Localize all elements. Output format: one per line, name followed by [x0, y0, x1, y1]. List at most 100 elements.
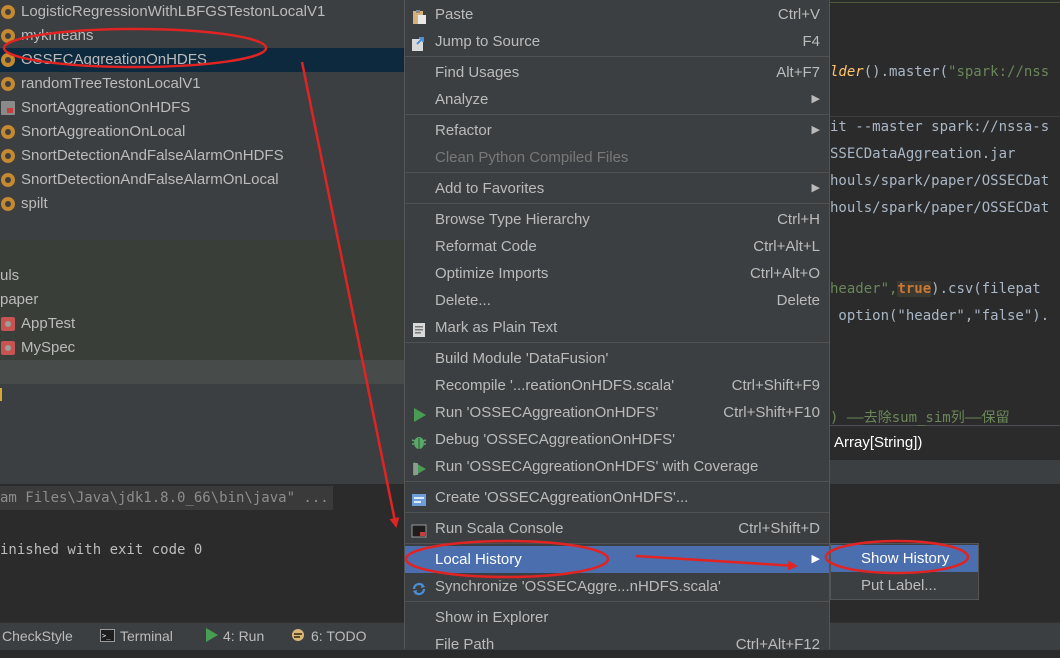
svg-text:>_: >_ — [102, 632, 111, 640]
scala-file-icon — [1, 101, 15, 115]
code-line: houls/spark/paper/OSSECDat — [830, 173, 1050, 189]
menu-item-scala-console[interactable]: Run Scala Console Ctrl+Shift+D — [405, 515, 829, 542]
submenu-arrow-icon: ▶ — [811, 124, 820, 136]
test-class-icon — [1, 341, 15, 355]
menu-item-mark-plain-text[interactable]: Mark as Plain Text — [405, 314, 829, 341]
menu-separator — [405, 512, 829, 513]
tree-item[interactable]: LogisticRegressionWithLBFGSTestonLocalV1 — [0, 0, 404, 24]
context-menu: Paste Ctrl+V Jump to Source F4 Find Usages… — [404, 0, 830, 653]
tree-item[interactable]: spilt — [0, 192, 404, 216]
menu-item-run-coverage[interactable]: Run 'OSSECAggreationOnHDFS' with Coverag… — [405, 453, 829, 480]
menu-item-optimize-imports[interactable]: Optimize Imports Ctrl+Alt+O — [405, 260, 829, 287]
menu-item-create-config[interactable]: Create 'OSSECAggreationOnHDFS'... — [405, 484, 829, 511]
tab-label: 4: Run — [223, 628, 265, 644]
tree-test-item[interactable]: AppTest — [0, 312, 404, 336]
menu-item-debug[interactable]: Debug 'OSSECAggreationOnHDFS' — [405, 426, 829, 453]
menu-item-find-usages[interactable]: Find Usages Alt+F7 — [405, 59, 829, 86]
menu-item-local-history[interactable]: Local History ▶ — [405, 546, 829, 573]
tree-item[interactable]: SnortDetectionAndFalseAlarmOnLocal — [0, 168, 404, 192]
tree-folder[interactable]: uls — [0, 264, 404, 288]
menu-item-jump-to-source[interactable]: Jump to Source F4 — [405, 28, 829, 55]
menu-item-analyze[interactable]: Analyze ▶ — [405, 86, 829, 113]
scala-object-icon — [1, 29, 15, 43]
scala-object-icon — [1, 5, 15, 19]
menu-item-synchronize[interactable]: Synchronize 'OSSECAggre...nHDFS.scala' — [405, 573, 829, 600]
menu-item-build-module[interactable]: Build Module 'DataFusion' — [405, 345, 829, 372]
jump-to-source-icon — [411, 34, 427, 51]
tree-test-item[interactable]: MySpec — [0, 336, 404, 360]
menu-separator — [405, 481, 829, 482]
menu-separator — [405, 56, 829, 57]
menu-item-recompile[interactable]: Recompile '...reationOnHDFS.scala' Ctrl+S… — [405, 372, 829, 399]
run-command-line: am Files\Java\jdk1.8.0_66\bin\java" ... — [0, 486, 333, 510]
run-icon — [205, 624, 218, 651]
tree-item-label: randomTreeTestonLocalV1 — [21, 75, 201, 92]
submenu-arrow-icon: ▶ — [811, 182, 820, 194]
tab-todo[interactable]: 6: TODO — [290, 623, 367, 650]
tree-folder[interactable]: paper — [0, 288, 404, 312]
tree-item-label: spilt — [21, 195, 48, 212]
menu-separator — [405, 172, 829, 173]
terminal-icon: >_ — [100, 624, 115, 651]
menu-item-show-in-explorer[interactable]: Show in Explorer — [405, 604, 829, 631]
submenu-item-show-history[interactable]: Show History — [831, 545, 978, 572]
menu-item-reformat-code[interactable]: Reformat Code Ctrl+Alt+L — [405, 233, 829, 260]
tab-label: 6: TODO — [311, 628, 367, 644]
tree-item-label: SnortDetectionAndFalseAlarmOnHDFS — [21, 147, 284, 164]
tab-terminal[interactable]: >_ Terminal — [100, 623, 173, 650]
tree-item-label: LogisticRegressionWithLBFGSTestonLocalV1 — [21, 3, 326, 20]
tab-checkstyle[interactable]: CheckStyle — [2, 623, 73, 650]
tab-label: Terminal — [120, 628, 173, 644]
scala-object-icon — [1, 53, 15, 67]
tree-row-highlight — [0, 360, 404, 384]
local-history-submenu: Show History Put Label... — [830, 543, 979, 600]
menu-item-file-path[interactable]: File Path Ctrl+Alt+F12 — [405, 631, 829, 658]
run-exit-message: inished with exit code 0 — [0, 542, 203, 558]
menu-item-run[interactable]: Run 'OSSECAggreationOnHDFS' Ctrl+Shift+F1… — [405, 399, 829, 426]
sync-icon — [411, 579, 427, 596]
menu-item-paste[interactable]: Paste Ctrl+V — [405, 1, 829, 28]
code-line: houls/spark/paper/OSSECDat — [830, 200, 1050, 216]
menu-separator — [405, 543, 829, 544]
todo-icon — [290, 624, 306, 651]
editor-top-line — [830, 2, 1060, 3]
run-icon — [411, 405, 427, 422]
menu-item-delete[interactable]: Delete... Delete — [405, 287, 829, 314]
project-tree: LogisticRegressionWithLBFGSTestonLocalV1… — [0, 0, 404, 460]
console-icon — [411, 521, 427, 538]
menu-item-refactor[interactable]: Refactor ▶ — [405, 117, 829, 144]
tab-run[interactable]: 4: Run — [205, 623, 264, 650]
tree-item[interactable]: SnortDetectionAndFalseAlarmOnHDFS — [0, 144, 404, 168]
menu-item-browse-type-hierarchy[interactable]: Browse Type Hierarchy Ctrl+H — [405, 206, 829, 233]
menu-separator — [405, 114, 829, 115]
tree-item-selected[interactable]: OSSECAggreationOnHDFS — [0, 48, 404, 72]
code-line: option("header","false"). — [830, 308, 1050, 324]
tree-item[interactable]: SnortAggreationOnHDFS — [0, 96, 404, 120]
tree-item[interactable]: mykmeans — [0, 24, 404, 48]
parameter-hint: Array[String]) — [834, 434, 923, 451]
submenu-arrow-icon: ▶ — [811, 553, 820, 565]
plain-text-icon — [411, 320, 427, 337]
tree-folder-label: uls — [0, 267, 20, 284]
tree-item-label: SnortAggreationOnLocal — [21, 123, 186, 140]
test-class-icon — [1, 317, 15, 331]
run-config-icon — [411, 490, 427, 506]
code-line: it --master spark://nssa-s — [830, 119, 1050, 135]
tree-folder-label: paper — [0, 291, 39, 308]
menu-separator — [405, 342, 829, 343]
code-line: SSECDataAggreation.jar — [830, 146, 1016, 162]
scala-object-icon — [1, 125, 15, 139]
tree-marker — [0, 388, 2, 401]
code-line: header",true).csv(filepat — [830, 281, 1041, 297]
tree-item-label: SnortDetectionAndFalseAlarmOnLocal — [21, 171, 279, 188]
tree-item[interactable]: randomTreeTestonLocalV1 — [0, 72, 404, 96]
menu-item-add-to-favorites[interactable]: Add to Favorites ▶ — [405, 175, 829, 202]
debug-icon — [411, 432, 427, 449]
scala-object-icon — [1, 173, 15, 187]
scala-object-icon — [1, 149, 15, 163]
scala-object-icon — [1, 197, 15, 211]
tree-item-label: mykmeans — [21, 27, 94, 44]
submenu-item-put-label[interactable]: Put Label... — [831, 572, 978, 599]
tree-item[interactable]: SnortAggreationOnLocal — [0, 120, 404, 144]
tree-item-label: AppTest — [21, 315, 76, 332]
